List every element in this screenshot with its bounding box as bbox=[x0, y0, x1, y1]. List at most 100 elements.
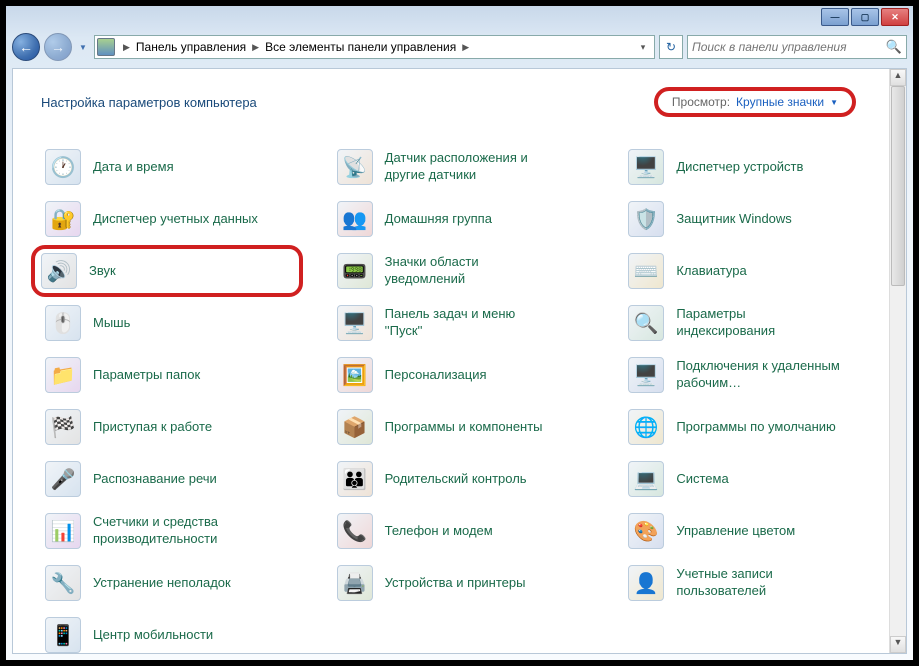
view-value[interactable]: Крупные значки bbox=[736, 95, 824, 109]
item-icon: 👤 bbox=[628, 565, 664, 601]
item-label: Домашняя группа bbox=[385, 211, 492, 228]
item-icon: 🎤 bbox=[45, 461, 81, 497]
control-panel-item[interactable]: 🖥️ Диспетчер устройств bbox=[624, 141, 896, 193]
control-panel-item[interactable]: 🛡️ Защитник Windows bbox=[624, 193, 896, 245]
control-panel-item[interactable]: 🖱️Мышь bbox=[41, 297, 313, 349]
control-panel-item[interactable]: 🖨️Устройства и принтеры bbox=[333, 557, 605, 609]
control-panel-item[interactable]: 📁Параметры папок bbox=[41, 349, 313, 401]
control-panel-item[interactable]: 🎤 Распознавание речи bbox=[41, 453, 313, 505]
control-panel-item[interactable]: 🏁 Приступая к работе bbox=[41, 401, 313, 453]
scrollbar[interactable]: ▲ ▼ bbox=[889, 69, 906, 653]
control-panel-item[interactable]: 👤Учетные записи пользователей bbox=[624, 557, 896, 609]
control-panel-item[interactable]: 🌐Программы по умолчанию bbox=[624, 401, 896, 453]
navbar: ← → ▼ ▶ Панель управления ▶ Все элементы… bbox=[6, 30, 913, 64]
control-panel-item[interactable]: 🔐Диспетчер учетных данных bbox=[41, 193, 313, 245]
item-icon: 👥 bbox=[337, 201, 373, 237]
items-grid: 🕐Дата и время 📡 Датчик расположения и друг… bbox=[41, 141, 896, 654]
window: — ▢ ✕ ← → ▼ ▶ Панель управления ▶ Все эл… bbox=[0, 0, 919, 666]
item-label: Защитник Windows bbox=[676, 211, 791, 228]
control-panel-item[interactable]: 💻Система bbox=[624, 453, 896, 505]
control-panel-item[interactable]: 📡 Датчик расположения и другие датчики bbox=[333, 141, 605, 193]
control-panel-item[interactable]: 🔊Звук bbox=[31, 245, 303, 297]
control-panel-item[interactable]: 📱Центр мобильности bbox=[41, 609, 313, 654]
close-button[interactable]: ✕ bbox=[881, 8, 909, 26]
search-box[interactable]: 🔍 bbox=[687, 35, 907, 59]
address-dropdown-icon[interactable]: ▾ bbox=[634, 42, 652, 53]
search-input[interactable] bbox=[692, 40, 886, 54]
address-bar[interactable]: ▶ Панель управления ▶ Все элементы панел… bbox=[94, 35, 655, 59]
scroll-up-button[interactable]: ▲ bbox=[890, 69, 906, 86]
content-area: Настройка параметров компьютера Просмотр… bbox=[12, 68, 907, 654]
scroll-down-button[interactable]: ▼ bbox=[890, 636, 906, 653]
item-label: Система bbox=[676, 471, 728, 488]
content-header: Настройка параметров компьютера Просмотр… bbox=[41, 87, 896, 117]
item-label: Устранение неполадок bbox=[93, 575, 231, 592]
item-icon: 🖥️ bbox=[628, 357, 664, 393]
item-label: Приступая к работе bbox=[93, 419, 212, 436]
chevron-right-icon[interactable]: ▶ bbox=[458, 42, 473, 53]
item-label: Параметры папок bbox=[93, 367, 200, 384]
control-panel-item[interactable]: 🔧 Устранение неполадок bbox=[41, 557, 313, 609]
item-icon: 📡 bbox=[337, 149, 373, 185]
item-icon: 🔐 bbox=[45, 201, 81, 237]
scroll-thumb[interactable] bbox=[891, 86, 905, 286]
control-panel-item[interactable]: ⌨️ Клавиатура bbox=[624, 245, 896, 297]
control-panel-item[interactable]: 🎨 Управление цветом bbox=[624, 505, 896, 557]
control-panel-item[interactable]: 🕐Дата и время bbox=[41, 141, 313, 193]
item-icon: 📊 bbox=[45, 513, 81, 549]
item-label: Распознавание речи bbox=[93, 471, 217, 488]
item-label: Дата и время bbox=[93, 159, 174, 176]
item-icon: 🖼️ bbox=[337, 357, 373, 393]
chevron-right-icon[interactable]: ▶ bbox=[248, 42, 263, 53]
item-label: Параметры индексирования bbox=[676, 306, 846, 340]
item-label: Клавиатура bbox=[676, 263, 746, 280]
search-icon[interactable]: 🔍 bbox=[886, 39, 902, 55]
item-label: Центр мобильности bbox=[93, 627, 213, 644]
item-label: Диспетчер устройств bbox=[676, 159, 803, 176]
item-label: Панель задач и меню ''Пуск'' bbox=[385, 306, 555, 340]
minimize-button[interactable]: — bbox=[821, 8, 849, 26]
history-dropdown-icon[interactable]: ▼ bbox=[76, 37, 90, 57]
item-label: Устройства и принтеры bbox=[385, 575, 526, 592]
breadcrumb-all-items[interactable]: Все элементы панели управления bbox=[263, 40, 458, 54]
item-icon: 🖥️ bbox=[628, 149, 664, 185]
refresh-button[interactable]: ↻ bbox=[659, 35, 683, 59]
item-icon: 🖥️ bbox=[337, 305, 373, 341]
item-label: Программы и компоненты bbox=[385, 419, 543, 436]
item-icon: 🏁 bbox=[45, 409, 81, 445]
item-icon: 🖱️ bbox=[45, 305, 81, 341]
item-icon: 📟 bbox=[337, 253, 373, 289]
forward-button[interactable]: → bbox=[44, 33, 72, 61]
item-icon: 👪 bbox=[337, 461, 373, 497]
item-label: Управление цветом bbox=[676, 523, 795, 540]
item-label: Телефон и модем bbox=[385, 523, 493, 540]
breadcrumb-control-panel[interactable]: Панель управления bbox=[134, 40, 248, 54]
item-label: Родительский контроль bbox=[385, 471, 527, 488]
item-icon: 🔊 bbox=[41, 253, 77, 289]
item-icon: ⌨️ bbox=[628, 253, 664, 289]
control-panel-item[interactable]: 👪 Родительский контроль bbox=[333, 453, 605, 505]
control-panel-item[interactable]: 📊 Счетчики и средства производительности bbox=[41, 505, 313, 557]
item-icon: 🛡️ bbox=[628, 201, 664, 237]
control-panel-item[interactable]: 🖥️ Панель задач и меню ''Пуск'' bbox=[333, 297, 605, 349]
back-button[interactable]: ← bbox=[12, 33, 40, 61]
item-icon: 🔍 bbox=[628, 305, 664, 341]
item-icon: 🔧 bbox=[45, 565, 81, 601]
control-panel-item[interactable]: 🖼️Персонализация bbox=[333, 349, 605, 401]
item-icon: 🎨 bbox=[628, 513, 664, 549]
item-label: Подключения к удаленным рабочим… bbox=[676, 358, 846, 392]
chevron-down-icon[interactable]: ▼ bbox=[830, 98, 838, 107]
control-panel-item[interactable]: 🔍 Параметры индексирования bbox=[624, 297, 896, 349]
control-panel-item[interactable]: 👥 Домашняя группа bbox=[333, 193, 605, 245]
item-icon: 📦 bbox=[337, 409, 373, 445]
control-panel-item[interactable]: 📟Значки области уведомлений bbox=[333, 245, 605, 297]
chevron-right-icon[interactable]: ▶ bbox=[119, 42, 134, 53]
item-label: Счетчики и средства производительности bbox=[93, 514, 263, 548]
item-label: Датчик расположения и другие датчики bbox=[385, 150, 555, 184]
control-panel-item[interactable]: 🖥️ Подключения к удаленным рабочим… bbox=[624, 349, 896, 401]
view-selector-highlight: Просмотр: Крупные значки ▼ bbox=[654, 87, 856, 117]
control-panel-item[interactable]: 📦 Программы и компоненты bbox=[333, 401, 605, 453]
maximize-button[interactable]: ▢ bbox=[851, 8, 879, 26]
page-title: Настройка параметров компьютера bbox=[41, 95, 257, 110]
control-panel-item[interactable]: 📞Телефон и модем bbox=[333, 505, 605, 557]
